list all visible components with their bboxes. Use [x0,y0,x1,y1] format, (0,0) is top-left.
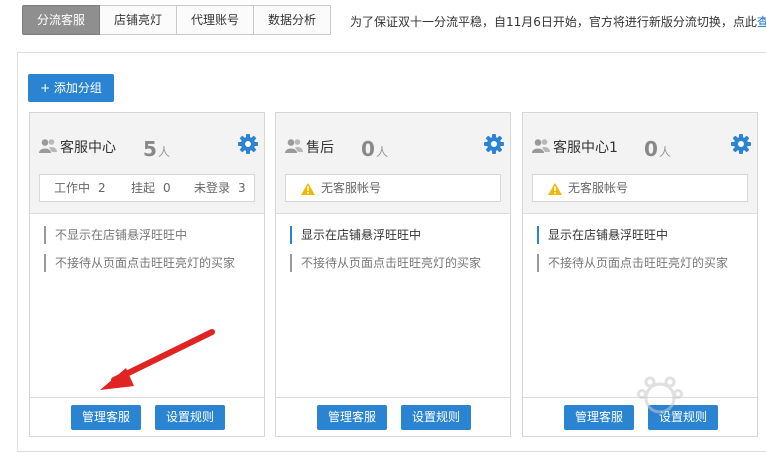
stat-offline: 未登录 3 [194,181,246,195]
group-icon [39,139,57,153]
member-count-unit: 人 [158,145,171,159]
set-rules-button[interactable]: 设置规则 [401,405,471,430]
watermark-logo [637,376,683,414]
tab-data-analysis[interactable]: 数据分析 [254,5,332,35]
warning-box: 无客服帐号 [532,174,748,202]
warning-text: 无客服帐号 [568,181,629,195]
group-card-header: 客服中心 5 人 工作中 2 挂起 0 未登录 3 [30,113,264,214]
member-count-unit: 人 [659,145,672,159]
stat-working: 工作中 2 [54,181,106,195]
manage-agents-button[interactable]: 管理客服 [71,405,141,430]
notice-link[interactable]: 查 [757,15,766,29]
group-card-footer: 管理客服 设置规则 [30,397,264,438]
warning-box: 无客服帐号 [285,174,501,202]
arrow-annotation [100,329,215,390]
group-card-header: 客服中心1 0 人 无客服帐号 [523,113,757,214]
tab-shop-light[interactable]: 店铺亮灯 [100,5,178,35]
tab-bar: 分流客服 店铺亮灯 代理账号 数据分析 [22,5,332,35]
manage-agents-button[interactable]: 管理客服 [317,405,387,430]
stat-suspended: 挂起 0 [131,181,171,195]
rule-light-reception: 不接待从页面点击旺旺亮灯的买家 [290,254,481,272]
warning-icon [301,183,315,195]
gear-icon[interactable] [731,134,751,154]
add-group-button[interactable]: + 添加分组 [28,74,114,102]
member-count-unit: 人 [376,145,389,159]
set-rules-button[interactable]: 设置规则 [155,405,225,430]
rule-float-display: 不显示在店铺悬浮旺旺中 [44,226,235,244]
member-count: 0 [361,137,375,161]
member-count: 5 [143,137,157,161]
group-card-footer: 管理客服 设置规则 [276,397,510,438]
group-icon [532,139,550,153]
rule-float-display: 显示在店铺悬浮旺旺中 [290,226,481,244]
notice-banner: 为了保证双十一分流平稳，自11月6日开始，官方将进行新版分流切换，点此查 [350,13,766,30]
member-count: 0 [644,137,658,161]
group-card-2: 售后 0 人 无客服帐号 显示在店铺悬浮旺旺中 不接待从页面点击旺旺亮灯的买家 … [275,112,511,437]
gear-icon[interactable] [484,134,504,154]
group-name: 客服中心 [60,140,116,156]
group-name: 客服中心1 [553,140,618,156]
group-icon [285,139,303,153]
gear-icon[interactable] [238,134,258,154]
status-summary: 工作中 2 挂起 0 未登录 3 [39,174,255,202]
group-card-header: 售后 0 人 无客服帐号 [276,113,510,214]
warning-text: 无客服帐号 [321,181,382,195]
notice-text: 为了保证双十一分流平稳，自11月6日开始，官方将进行新版分流切换，点此 [350,15,757,29]
group-name: 售后 [306,140,334,156]
rule-light-reception: 不接待从页面点击旺旺亮灯的买家 [44,254,235,272]
warning-icon [548,183,562,195]
tab-proxy-account[interactable]: 代理账号 [177,5,255,35]
rule-float-display: 显示在店铺悬浮旺旺中 [537,226,728,244]
rule-light-reception: 不接待从页面点击旺旺亮灯的买家 [537,254,728,272]
tab-customer-routing[interactable]: 分流客服 [22,5,101,35]
